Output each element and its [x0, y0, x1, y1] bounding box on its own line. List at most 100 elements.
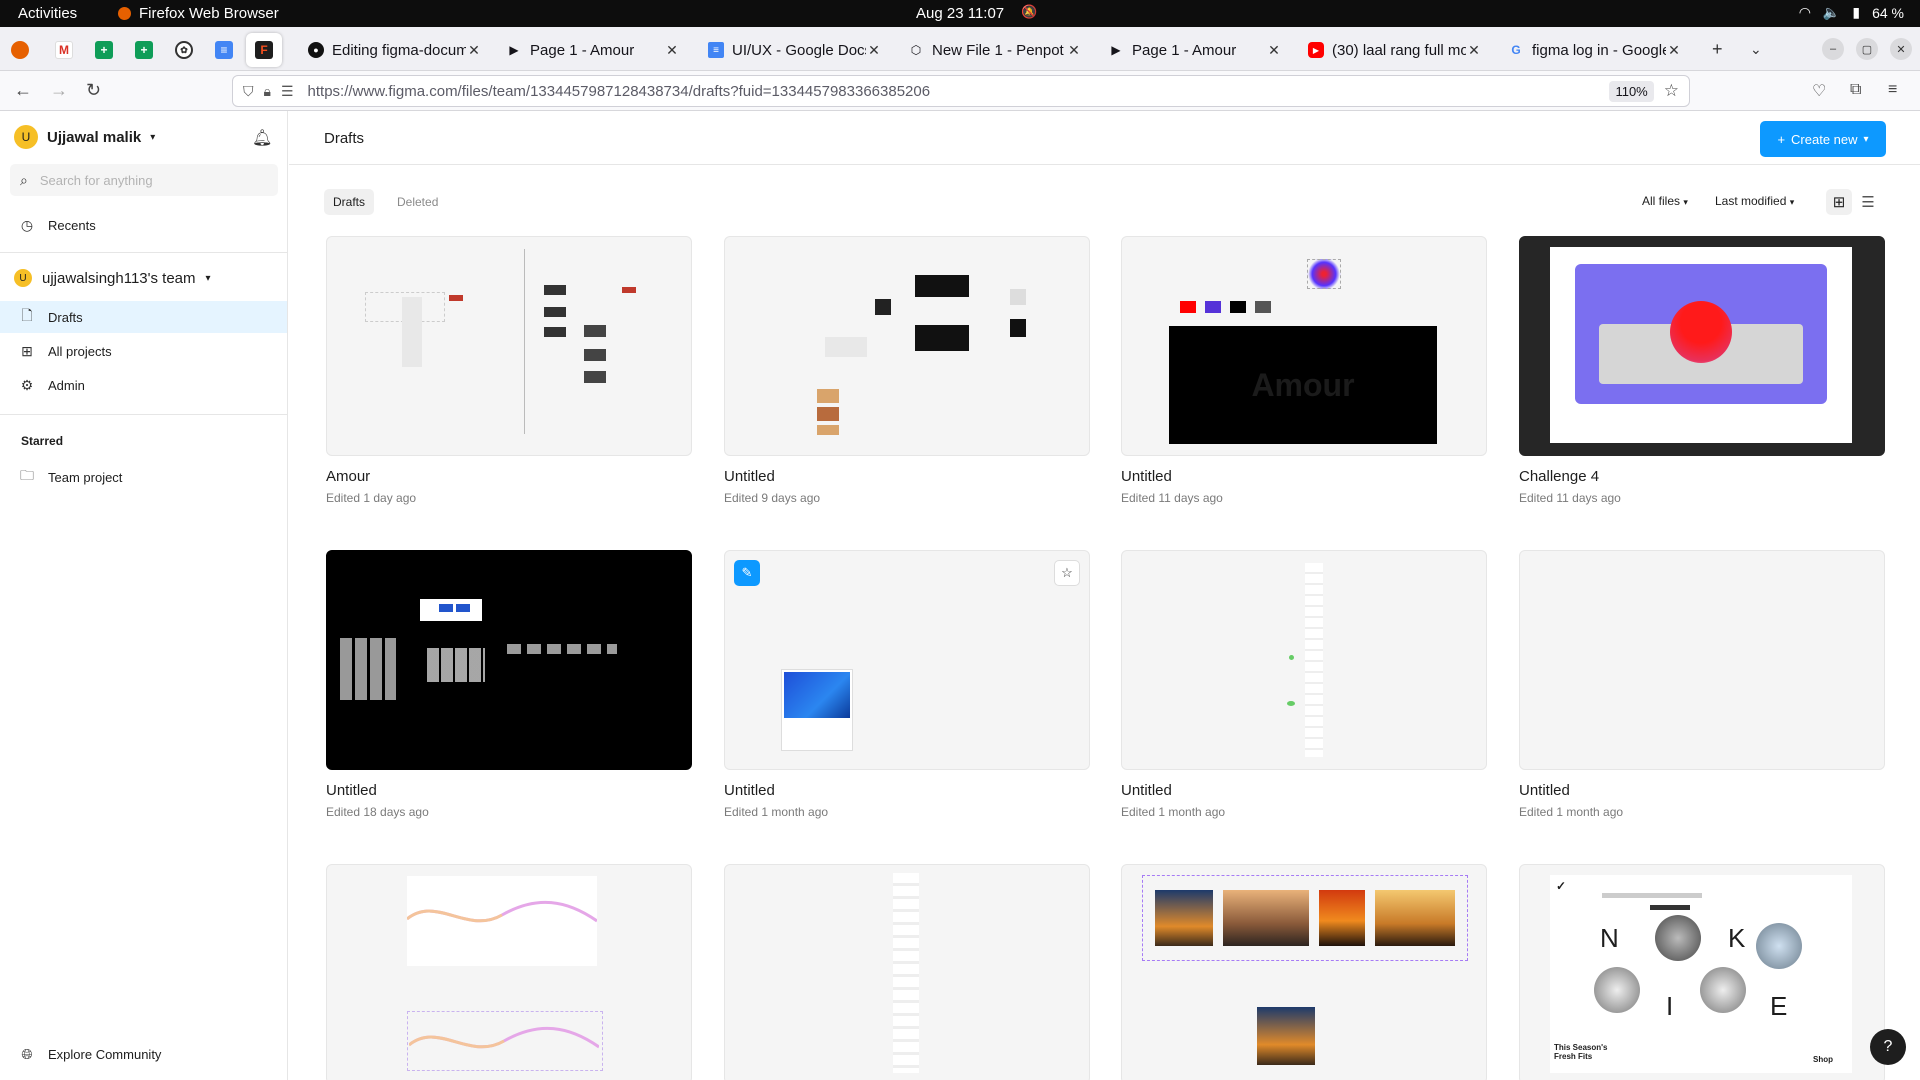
menu-icon[interactable]: ≡ [1888, 81, 1897, 99]
tab-drafts[interactable]: Drafts [324, 189, 375, 215]
help-button[interactable]: ? [1870, 1029, 1906, 1065]
reload-icon[interactable]: ↻ [86, 80, 101, 101]
pinned-tab-sheets[interactable]: + [86, 33, 122, 67]
tab-github[interactable]: ● Editing figma-docume ✕ [300, 33, 490, 67]
file-card[interactable]: Amour Edited 1 day ago [326, 236, 692, 505]
search-box[interactable]: ⌕ [10, 164, 278, 196]
file-card[interactable] [1121, 864, 1487, 1080]
pinned-tab-docs[interactable]: ≡ [206, 33, 242, 67]
file-title[interactable]: Untitled [1121, 782, 1487, 799]
close-icon[interactable]: ✕ [664, 42, 680, 59]
file-thumbnail[interactable] [1519, 236, 1885, 456]
close-icon[interactable]: ✕ [1266, 42, 1282, 59]
search-input[interactable] [39, 172, 240, 188]
file-card[interactable]: Challenge 4 Edited 11 days ago [1519, 236, 1885, 505]
tab-page-amour[interactable]: ▶ Page 1 - Amour ✕ [498, 33, 688, 67]
sidebar-item-team-project[interactable]: 🗀 Team project [0, 461, 287, 493]
tab-google-docs[interactable]: ≡ UI/UX - Google Docs ✕ [700, 33, 890, 67]
team-switcher[interactable]: U ujjawalsingh113's team ▾ [14, 269, 211, 287]
close-icon[interactable]: ✕ [1466, 42, 1482, 59]
sidebar-item-all-projects[interactable]: ⊞ All projects [0, 335, 287, 367]
pocket-icon[interactable]: ♡ [1812, 81, 1826, 101]
account-switcher[interactable]: U Ujjawal malik ▾ [14, 125, 155, 149]
window-close-icon[interactable]: ✕ [1890, 38, 1912, 60]
file-thumbnail[interactable] [724, 236, 1090, 456]
file-thumbnail[interactable]: ✎ ☆ [724, 550, 1090, 770]
file-card[interactable] [326, 864, 692, 1080]
minimize-icon[interactable]: – [1822, 38, 1844, 60]
pinned-tab-chatgpt[interactable]: ✿ [166, 33, 202, 67]
url-text[interactable]: https://www.figma.com/files/team/1334457… [308, 83, 1610, 100]
file-thumbnail[interactable] [1121, 864, 1487, 1080]
tab-google-search[interactable]: G figma log in - Google ✕ [1500, 33, 1690, 67]
tab-penpot[interactable]: ⬡ New File 1 - Penpot ✕ [900, 33, 1090, 67]
tab-page-amour-2[interactable]: ▶ Page 1 - Amour ✕ [1100, 33, 1290, 67]
file-title[interactable]: Untitled [1121, 468, 1487, 485]
pinned-tab-gmail[interactable]: M [46, 33, 82, 67]
app-menu[interactable]: Firefox Web Browser [118, 5, 279, 22]
chevron-down-icon: ▾ [205, 272, 211, 284]
file-card[interactable]: Untitled Edited 1 month ago [1519, 550, 1885, 819]
gmail-icon: M [55, 41, 73, 59]
maximize-icon[interactable]: ▢ [1856, 38, 1878, 60]
tab-youtube[interactable]: ▶ (30) laal rang full mov ✕ [1300, 33, 1490, 67]
close-icon[interactable]: ✕ [866, 42, 882, 59]
close-icon[interactable]: ✕ [1666, 42, 1682, 59]
notifications-bell-icon[interactable]: 🔔︎ [252, 128, 272, 148]
tracking-shield-icon[interactable]: ⛉ [243, 83, 254, 100]
pinned-tab-figma[interactable]: F [246, 33, 282, 67]
file-thumbnail[interactable]: ✓ N K I E This Season's Fresh Fits Shop [1519, 864, 1885, 1080]
pinned-tab-sheets-2[interactable]: + [126, 33, 162, 67]
lock-icon[interactable]: 🔒︎ [264, 83, 271, 100]
grid-view-icon[interactable]: ⊞ [1826, 189, 1852, 215]
sidebar-item-admin[interactable]: ⚙ Admin [0, 369, 287, 401]
sidebar-item-recents[interactable]: ◷ Recents [0, 209, 287, 241]
file-title[interactable]: Untitled [724, 782, 1090, 799]
bookmark-star-icon[interactable]: ☆ [1664, 81, 1679, 101]
list-view-icon[interactable]: ☰ [1855, 189, 1881, 215]
clock[interactable]: Aug 23 11:07 [916, 5, 1004, 22]
file-card[interactable]: Untitled Edited 1 month ago [1121, 550, 1487, 819]
file-card[interactable]: ✎ ☆ Untitled Edited 1 month ago [724, 550, 1090, 819]
file-filter-dropdown[interactable]: All files ▾ [1642, 194, 1688, 208]
file-thumbnail[interactable] [724, 864, 1090, 1080]
close-icon[interactable]: ✕ [466, 42, 482, 59]
sidebar-item-label: Drafts [48, 309, 83, 325]
plus-icon: + [1777, 131, 1786, 147]
close-icon[interactable]: ✕ [1066, 42, 1082, 59]
file-title[interactable]: Amour [326, 468, 692, 485]
list-all-tabs-icon[interactable]: ⌄ [1750, 41, 1762, 58]
file-title[interactable]: Untitled [326, 782, 692, 799]
sidebar-item-explore-community[interactable]: 🌐︎ Explore Community [0, 1038, 287, 1070]
file-thumbnail[interactable] [1519, 550, 1885, 770]
file-card[interactable]: ✓ N K I E This Season's Fresh Fits Shop [1519, 864, 1885, 1080]
file-title[interactable]: Untitled [724, 468, 1090, 485]
back-icon[interactable]: ← [14, 80, 32, 101]
file-thumbnail[interactable] [1121, 550, 1487, 770]
favorite-star-icon[interactable]: ☆ [1054, 560, 1080, 586]
forward-icon[interactable]: → [50, 80, 68, 101]
file-thumbnail[interactable] [326, 236, 692, 456]
create-new-button[interactable]: + Create new ▾ [1760, 121, 1886, 157]
file-thumbnail[interactable]: Amour [1121, 236, 1487, 456]
figma-icon: F [255, 41, 273, 59]
file-thumbnail[interactable] [326, 864, 692, 1080]
file-title[interactable]: Untitled [1519, 782, 1885, 799]
sort-dropdown[interactable]: Last modified ▾ [1715, 194, 1794, 208]
file-card[interactable]: Untitled Edited 18 days ago [326, 550, 692, 819]
system-tray[interactable]: ◠ 🔈 ▮ 64 % [1799, 4, 1904, 21]
url-bar[interactable]: ⛉ 🔒︎ ☰ https://www.figma.com/files/team/… [232, 75, 1690, 107]
file-card[interactable] [724, 864, 1090, 1080]
firefox-view-tab[interactable] [2, 33, 38, 67]
sidebar-item-drafts[interactable]: 🗋 Drafts [0, 301, 287, 333]
extensions-icon[interactable]: ⧉ [1850, 81, 1861, 99]
new-tab-icon[interactable]: + [1712, 39, 1723, 60]
permissions-icon[interactable]: ☰ [281, 83, 294, 100]
activities-button[interactable]: Activities [18, 5, 77, 22]
tab-deleted[interactable]: Deleted [388, 189, 447, 215]
zoom-level[interactable]: 110% [1609, 80, 1654, 102]
file-card[interactable]: Amour Untitled Edited 11 days ago [1121, 236, 1487, 505]
file-title[interactable]: Challenge 4 [1519, 468, 1885, 485]
file-card[interactable]: Untitled Edited 9 days ago [724, 236, 1090, 505]
file-thumbnail[interactable] [326, 550, 692, 770]
